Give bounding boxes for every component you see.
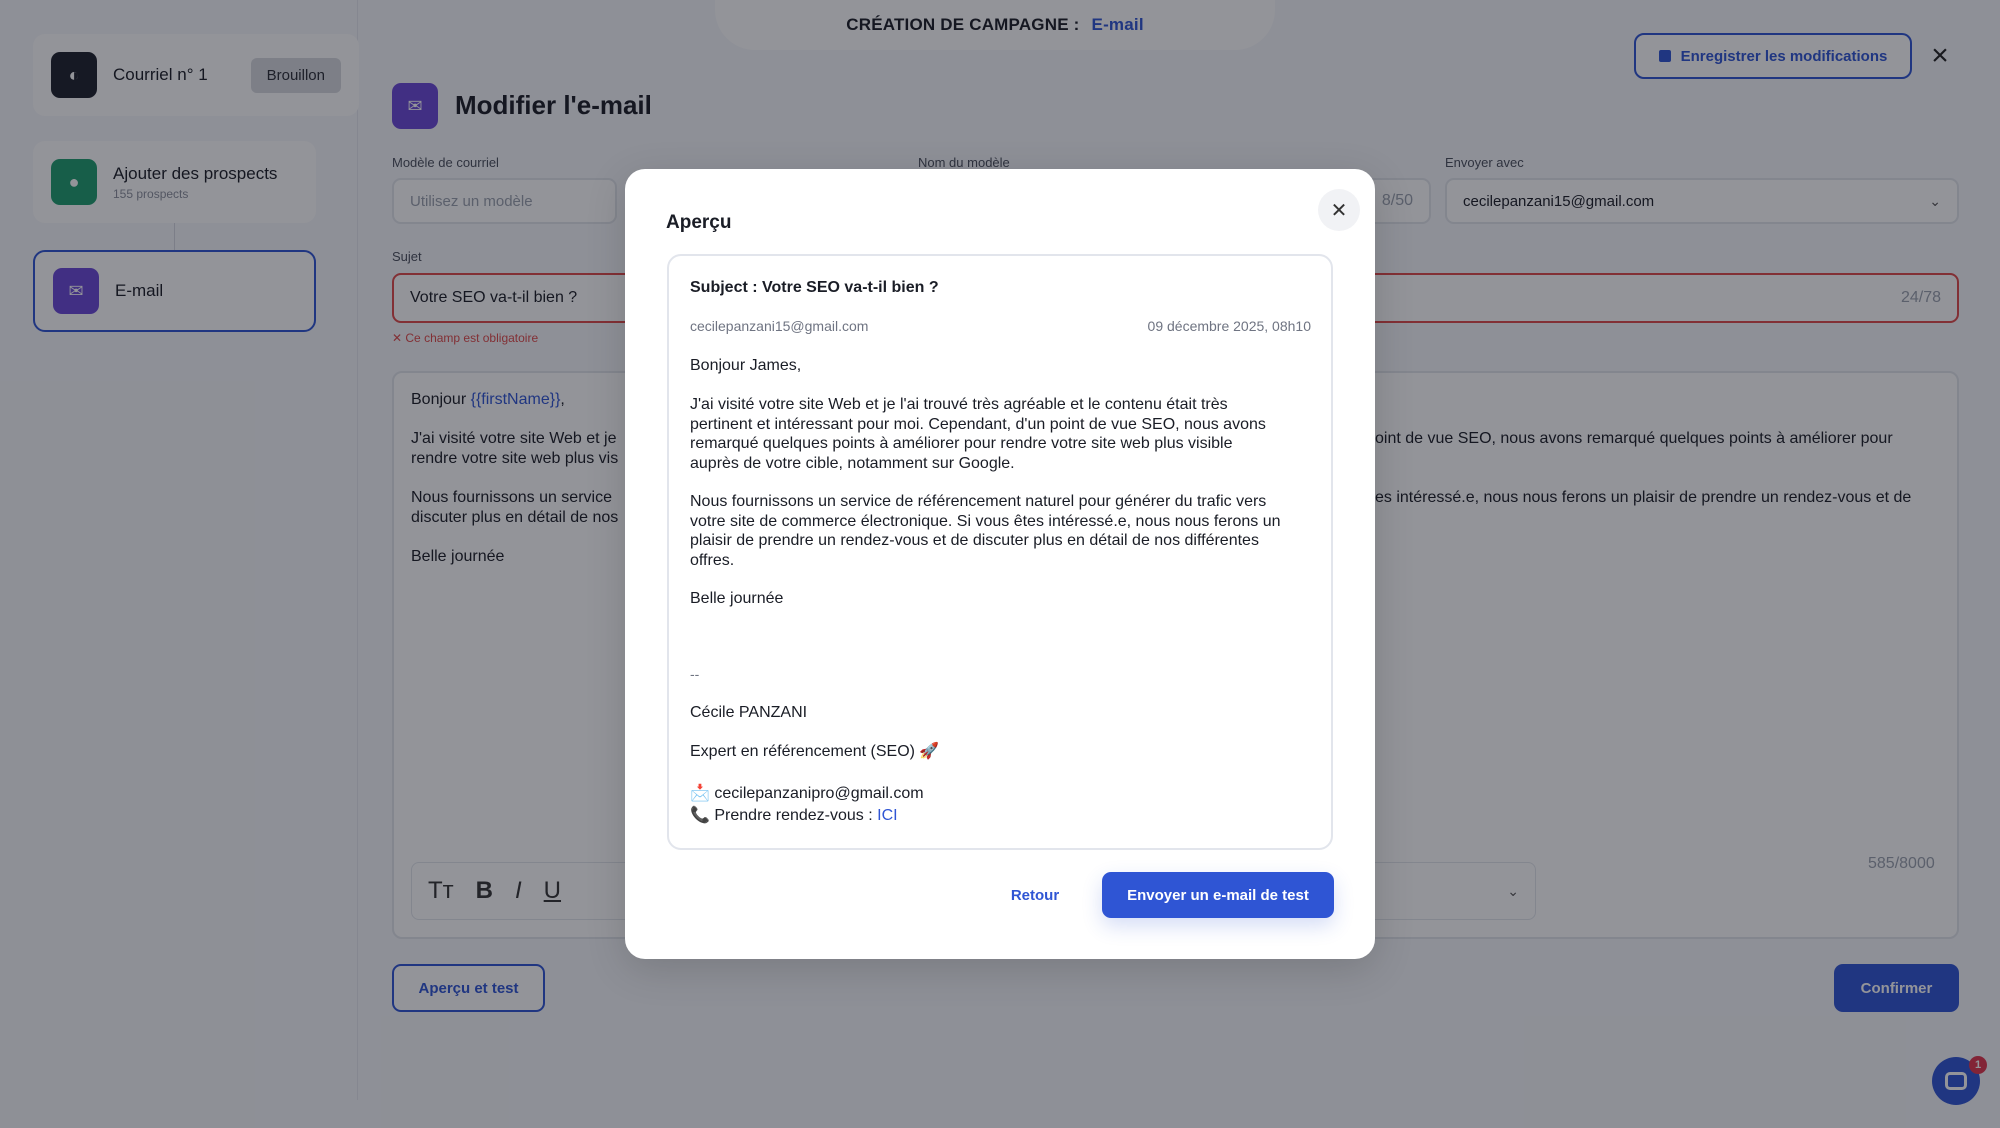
preview-paragraph-line: votre site de commerce électronique. Si … [690, 512, 1281, 530]
preview-paragraph-line: pertinent et intéressant pour moi. Cepen… [690, 415, 1266, 433]
preview-subject: Subject : Votre SEO va-t-il bien ? [690, 279, 939, 296]
preview-date: 09 décembre 2025, 08h10 [1147, 318, 1311, 334]
preview-closing: Belle journée [690, 590, 784, 607]
signature-link[interactable]: ICI [877, 807, 897, 824]
preview-paragraph-line: remarqué quelques points à améliorer pou… [690, 435, 1233, 452]
preview-paragraph-line: plaisir de prendre un rendez-vous et de … [690, 532, 1259, 549]
signature-title: Expert en référencement (SEO) 🚀 [690, 743, 940, 760]
preview-paragraph-line: offres. [690, 551, 735, 569]
preview-separator: -- [690, 666, 700, 682]
preview-paragraph-line: Nous fournissons un service de référence… [690, 493, 1267, 510]
preview-paragraph-line: auprès de votre cible, notamment sur Goo… [690, 454, 1015, 472]
signature-email: 📩 cecilepanzanipro@gmail.com [690, 785, 924, 802]
preview-from: cecilepanzani15@gmail.com [690, 318, 869, 334]
signature-phone: 📞 Prendre rendez-vous : ICI [690, 807, 898, 824]
back-button[interactable]: Retour [988, 872, 1082, 918]
modal-title: Aperçu [666, 212, 732, 233]
close-icon[interactable]: ✕ [1318, 189, 1360, 231]
signature-name: Cécile PANZANI [690, 704, 808, 721]
preview-greeting: Bonjour James, [690, 357, 802, 374]
preview-paragraph-line: J'ai visité votre site Web et je l'ai tr… [690, 396, 1228, 413]
send-test-email-button[interactable]: Envoyer un e-mail de test [1102, 872, 1334, 918]
